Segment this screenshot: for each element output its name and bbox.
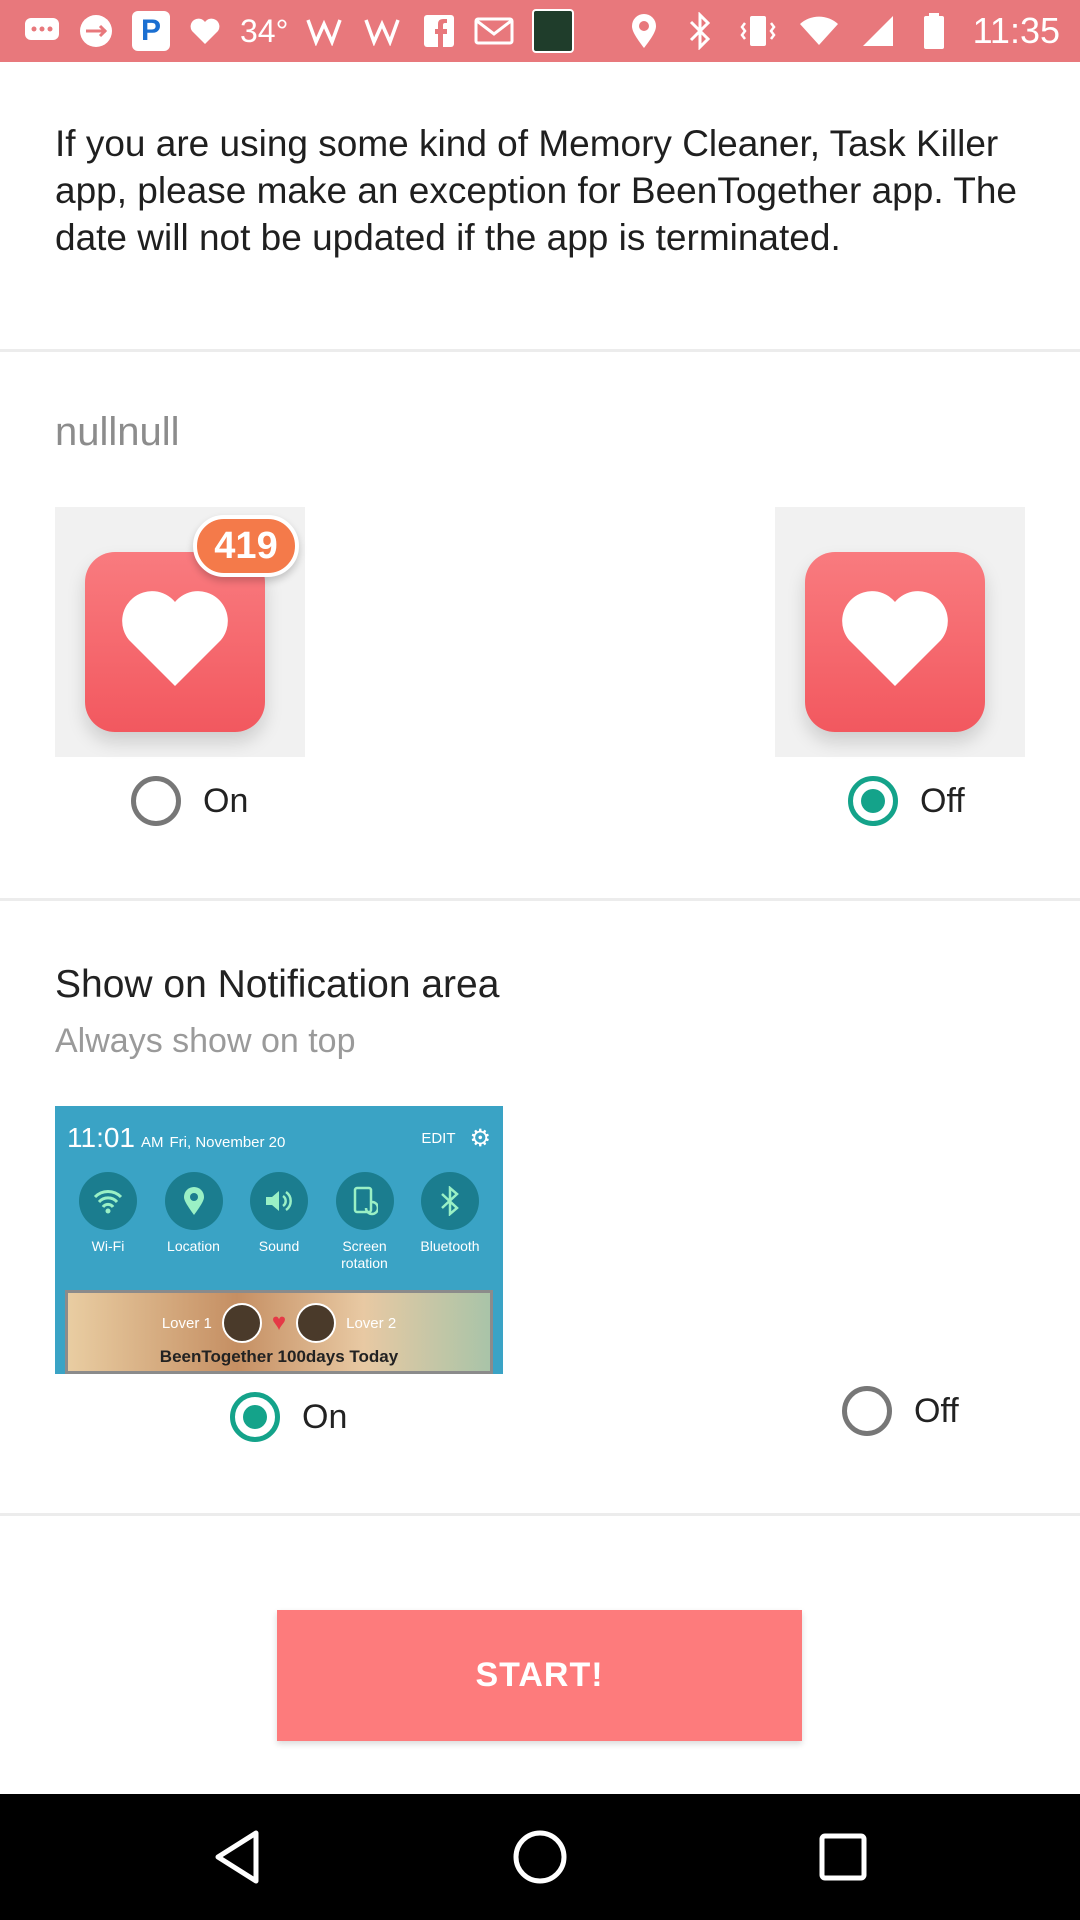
- vibrate-icon: [739, 11, 777, 51]
- heart-icon: ♥: [271, 1309, 287, 1336]
- intro-text: If you are using some kind of Memory Cle…: [55, 123, 1017, 258]
- radio-label: On: [203, 781, 249, 820]
- preview-toggle-location: Location: [155, 1172, 233, 1272]
- navigation-bar: [0, 1794, 1080, 1920]
- bluetooth-icon: [683, 11, 717, 51]
- battery-icon: [917, 11, 951, 51]
- radio-label: On: [302, 1397, 348, 1436]
- lover1-label: Lover 1: [161, 1314, 212, 1332]
- sound-icon: [250, 1172, 308, 1230]
- rotation-icon: [335, 1172, 394, 1230]
- preview-time: 11:01: [67, 1122, 135, 1153]
- radio-checked-icon: [230, 1392, 280, 1442]
- radio-unchecked-icon: [842, 1386, 892, 1436]
- usb-icon: [78, 11, 114, 51]
- toggle-label: Sound: [258, 1238, 300, 1254]
- preview-banner: Lover 1 ♥ Lover 2 BeenTogether 100days T…: [65, 1290, 493, 1374]
- badge-count: 419: [193, 515, 299, 577]
- preview-banner-text: BeenTogether 100days Today: [159, 1347, 399, 1366]
- w-icon: [364, 11, 404, 51]
- radio-label: Off: [920, 781, 965, 820]
- bluetooth-icon: [421, 1172, 479, 1230]
- recents-icon[interactable]: [813, 1827, 873, 1887]
- facebook-icon: [422, 11, 456, 51]
- app-icon-heart: [85, 552, 265, 732]
- toggle-label: Location: [167, 1238, 220, 1254]
- notification-on-radio[interactable]: On: [230, 1392, 347, 1442]
- preview-toggle-wifi: Wi-Fi: [69, 1172, 147, 1272]
- preview-toggles: Wi-Fi Location Sound Screen rotation Blu…: [69, 1172, 489, 1272]
- divider: [0, 349, 1080, 352]
- widget-plain-preview[interactable]: [775, 507, 1025, 757]
- radio-unchecked-icon: [131, 776, 181, 826]
- wifi-icon: [799, 11, 839, 51]
- p-app-icon: P: [132, 11, 170, 51]
- preview-toggle-rotation: Screen rotation: [326, 1172, 404, 1272]
- start-button[interactable]: START!: [277, 1610, 802, 1741]
- signal-icon: [861, 11, 895, 51]
- back-icon[interactable]: [207, 1827, 267, 1887]
- preview-edit: EDIT: [421, 1129, 456, 1147]
- toggle-label: Screen rotation: [341, 1238, 388, 1271]
- chat-icon: [24, 11, 60, 51]
- preview-am: AM: [141, 1133, 164, 1151]
- status-bar-left: P 34°: [24, 0, 575, 62]
- preview-lovers: Lover 1 ♥ Lover 2: [68, 1303, 490, 1343]
- clock-text: 11:35: [972, 10, 1060, 51]
- avatar: [296, 1303, 337, 1343]
- app-icon-heart: [805, 552, 985, 732]
- heart-icon: [188, 11, 222, 51]
- bible-icon: [532, 9, 575, 53]
- divider: [0, 1513, 1080, 1516]
- preview-toggle-bluetooth: Bluetooth: [411, 1172, 489, 1272]
- notification-title: Show on Notification area: [55, 963, 500, 1006]
- radio-label: Off: [914, 1391, 959, 1430]
- gmail-icon: [474, 11, 514, 51]
- temperature-text: 34°: [240, 12, 289, 49]
- toggle-label: Bluetooth: [420, 1238, 480, 1254]
- heart-icon: [842, 591, 948, 686]
- w-icon: [306, 11, 346, 51]
- widget-badge-preview[interactable]: 419: [55, 507, 305, 757]
- gear-icon: ⚙: [469, 1124, 491, 1152]
- home-icon[interactable]: [510, 1827, 570, 1887]
- divider: [0, 898, 1080, 901]
- badge-off-radio[interactable]: Off: [848, 776, 965, 826]
- heart-icon: [122, 591, 228, 686]
- preview-date: Fri, November 20: [169, 1133, 286, 1151]
- radio-checked-icon: [848, 776, 898, 826]
- location-icon: [164, 1172, 223, 1230]
- notification-subtitle: Always show on top: [55, 1022, 356, 1060]
- couple-names: nullnull: [55, 410, 180, 454]
- preview-header: 11:01 AM Fri, November 20 EDIT ⚙: [67, 1118, 491, 1158]
- wifi-icon: [79, 1172, 137, 1230]
- status-bar-right: 11:35: [627, 0, 1060, 62]
- lover2-label: Lover 2: [346, 1314, 397, 1332]
- notification-preview-image[interactable]: 11:01 AM Fri, November 20 EDIT ⚙ Wi-Fi L…: [55, 1106, 503, 1374]
- avatar: [221, 1303, 262, 1343]
- toggle-label: Wi-Fi: [91, 1238, 125, 1254]
- preview-toggle-sound: Sound: [240, 1172, 318, 1272]
- notification-off-radio[interactable]: Off: [842, 1386, 959, 1436]
- location-icon: [627, 11, 661, 51]
- badge-on-radio[interactable]: On: [131, 776, 248, 826]
- status-bar: P 34° 11:35: [0, 0, 1080, 62]
